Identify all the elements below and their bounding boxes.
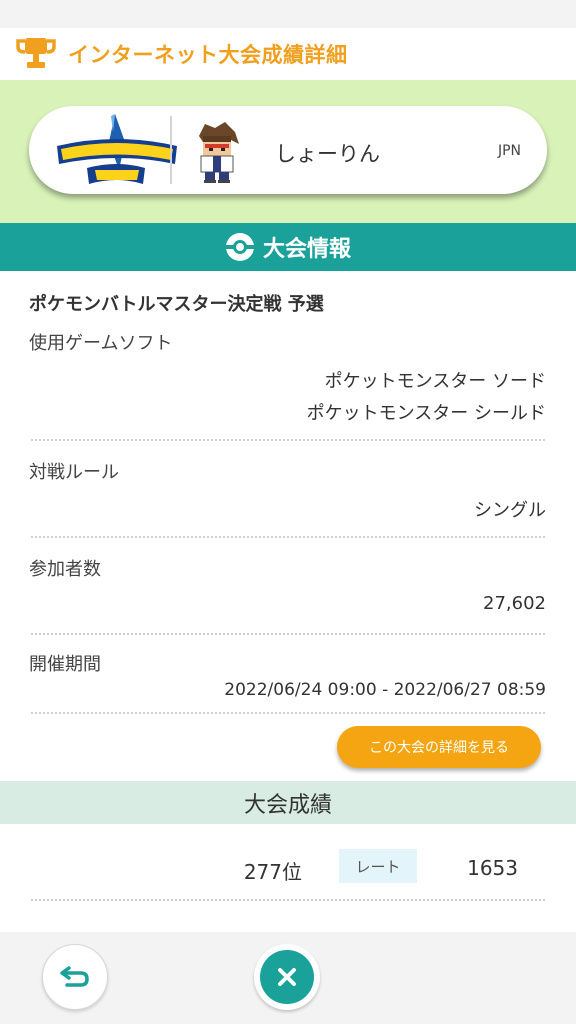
close-button-inner (260, 950, 314, 1004)
close-icon (278, 968, 296, 986)
period-label: 開催期間 (29, 654, 101, 675)
close-button[interactable] (254, 944, 320, 1010)
trainer-card: しょーりん JPN (29, 106, 547, 194)
trophy-icon (16, 38, 56, 68)
tournament-info-panel: ポケモンバトルマスター決定戦 予選 使用ゲームソフト ポケットモンスター ソード… (0, 271, 576, 781)
battle-rule-label: 対戦ルール (29, 462, 119, 483)
tournament-info-header: 大会情報 (0, 223, 576, 271)
rank-value: 277位 (243, 860, 302, 884)
game-logo (57, 114, 177, 184)
participants-value: 27,602 (483, 593, 546, 614)
back-button[interactable] (42, 944, 108, 1010)
trainer-name: しょーりん (275, 142, 380, 166)
profile-band: しょーりん JPN (0, 80, 576, 223)
page-title: インターネット大会成績詳細 (68, 43, 348, 67)
battle-rule-value: シングル (474, 500, 546, 521)
page-header: インターネット大会成績詳細 (0, 28, 576, 80)
participants-label: 参加者数 (29, 559, 101, 580)
section-title: 大会情報 (262, 237, 351, 262)
results-header: 大会成績 (0, 781, 576, 824)
rate-label: レート (339, 849, 417, 883)
game-software-label: 使用ゲームソフト (29, 333, 173, 354)
rate-value: 1653 (467, 856, 518, 880)
divider (31, 633, 545, 635)
results-panel: 277位 レート 1653 (0, 824, 576, 932)
tournament-detail-button[interactable]: この大会の詳細を見る (337, 726, 541, 768)
pokeball-icon (225, 233, 254, 261)
game-software-value-1: ポケットモンスター ソード (324, 371, 546, 392)
divider (31, 712, 545, 714)
competition-name: ポケモンバトルマスター決定戦 予選 (29, 294, 324, 315)
divider (31, 899, 545, 901)
game-software-value-2: ポケットモンスター シールド (306, 403, 546, 424)
return-arrow-icon (60, 966, 89, 987)
divider (31, 536, 545, 538)
profile-divider (170, 116, 172, 184)
divider (31, 439, 545, 441)
results-title: 大会成績 (243, 792, 332, 818)
trainer-avatar (199, 122, 239, 183)
period-value: 2022/06/24 09:00 - 2022/06/27 08:59 (224, 680, 546, 700)
region-code: JPN (497, 143, 521, 159)
